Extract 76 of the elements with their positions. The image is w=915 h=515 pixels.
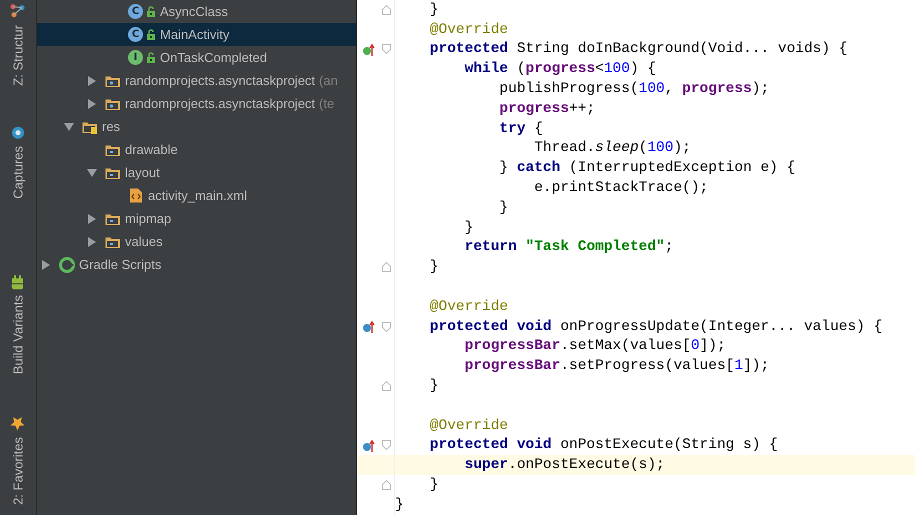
override-marker-icon [362,320,374,334]
collapse-arrow-icon [87,168,97,178]
code-line: @Override [428,22,508,38]
tree-item[interactable]: randomprojects.asynctaskproject (te [37,92,356,115]
lock-icon [146,28,156,40]
tree-item[interactable]: mipmap [37,207,356,230]
code-line: } [428,477,439,494]
code-line: } [428,378,439,394]
tool-window-button[interactable]: 2: Favorites [0,412,36,509]
tool-window-button[interactable]: Z: Structur [0,0,36,90]
code-line: progress++; [498,100,596,117]
code-line: publishProgress(100, progress); [498,81,770,98]
package-folder-icon [105,74,121,88]
override-marker-icon [362,438,374,452]
lock-icon [146,6,156,18]
folder-icon [105,142,121,156]
expand-arrow-icon [87,98,97,108]
fold-marker-icon [380,43,392,56]
tree-item[interactable]: C MainActivity [37,23,356,46]
code-line: @Override [428,298,508,315]
tool-window-button[interactable]: Build Variants [0,270,36,378]
expand-arrow-icon [87,76,97,86]
code-line: progressBar.setMax(values[0]); [464,338,726,354]
tree-item[interactable]: layout [37,161,356,184]
fold-marker-icon [380,479,392,492]
gradle-icon [59,256,75,272]
code-line: } [428,2,439,18]
code-line: Thread.sleep(100); [533,140,691,156]
code-line: return "Task Completed"; [464,239,674,256]
code-line: } [395,496,404,513]
tree-item[interactable]: drawable [37,138,356,161]
folder-icon [105,166,121,180]
tree-item[interactable]: randomprojects.asynctaskproject (an [37,69,356,92]
collapse-arrow-icon [64,122,74,132]
tree-item[interactable]: res [37,115,356,138]
android-icon [10,274,26,289]
tree-item[interactable]: activity_main.xml [37,184,356,207]
expand-arrow-icon [87,236,97,246]
fold-marker-icon [380,439,392,452]
resource-folder-icon [82,120,98,134]
class-icon: C [128,4,143,19]
camera-icon [11,126,25,140]
star-icon [10,416,26,432]
code-line: while (progress<100) { [464,61,656,78]
code-line: progressBar.setProgress(values[1]); [464,358,770,374]
code-line: super.onPostExecute(s); [464,457,665,474]
package-folder-icon [105,96,121,110]
fold-marker-icon [380,320,392,333]
folder-icon [105,234,121,248]
tree-item[interactable]: Gradle Scripts [37,253,356,276]
class-icon: C [128,27,143,42]
code-line: } [428,259,439,276]
fold-marker-icon [380,380,392,392]
tool-window-button[interactable]: Captures [0,122,36,202]
expand-arrow-icon [41,260,51,270]
tree-item[interactable]: I OnTaskCompleted [37,46,356,69]
fold-marker-icon [380,261,392,274]
tree-item[interactable]: C AsyncClass [37,0,356,23]
code-line: protected void onProgressUpdate(Integer... values) { [428,318,882,335]
xml-file-icon [128,188,144,203]
lock-icon [146,52,156,64]
expand-arrow-icon [87,214,97,224]
code-line: } catch (InterruptedException e) { [498,160,796,176]
code-line: e.printStackTrace(); [533,180,708,196]
code-line: try { [498,120,543,137]
code-line: } [498,200,508,216]
interface-icon: I [128,50,143,65]
tree-item[interactable]: values [37,230,356,253]
code-line: } [464,220,474,236]
structure-icon [10,4,26,19]
implements-marker-icon [362,42,374,56]
code-line: @Override [428,418,508,434]
folder-icon [105,212,121,226]
fold-marker-icon [380,4,392,16]
code-line: protected void onPostExecute(String s) { [428,437,778,454]
code-line: protected String doInBackground(Void... voids) { [428,41,848,58]
